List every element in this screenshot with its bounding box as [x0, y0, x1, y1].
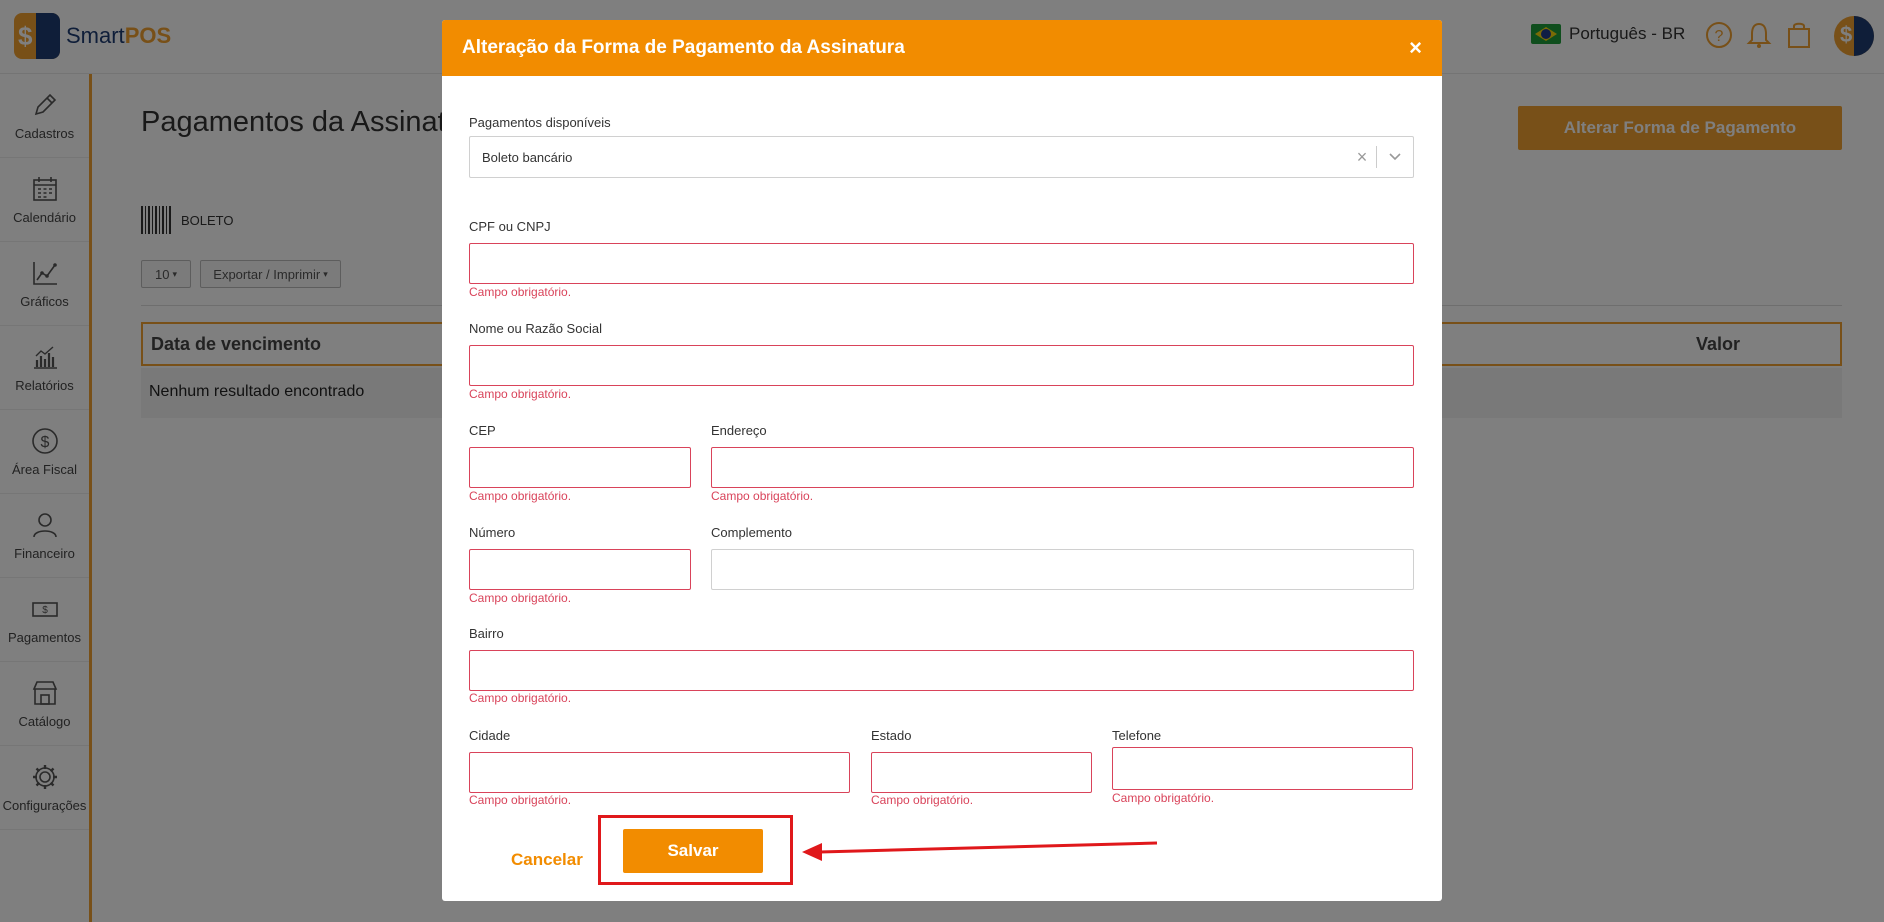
annotation-arrow-icon — [802, 841, 1158, 861]
